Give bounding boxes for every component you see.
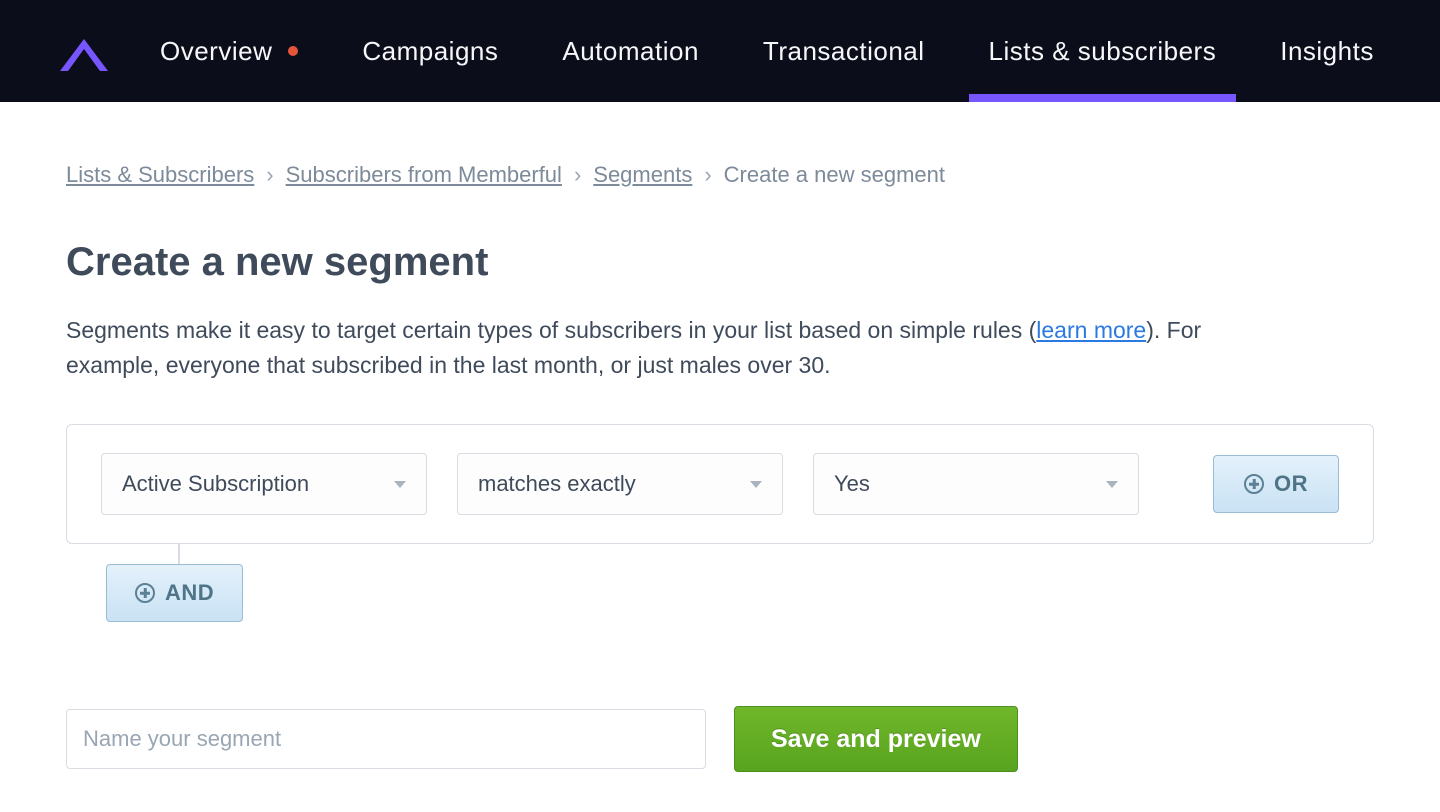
chevron-right-icon: › <box>266 162 273 188</box>
nav-item-label: Automation <box>562 36 699 67</box>
rule-field-value: Active Subscription <box>122 471 309 497</box>
nav-item-label: Overview <box>160 36 272 67</box>
notification-dot-icon <box>288 46 298 56</box>
segment-save-row: Save and preview <box>66 706 1374 772</box>
chevron-down-icon <box>750 481 762 488</box>
breadcrumb-link-list-name[interactable]: Subscribers from Memberful <box>286 162 562 188</box>
breadcrumb-link-lists[interactable]: Lists & Subscribers <box>66 162 254 188</box>
rule-operator-value: matches exactly <box>478 471 636 497</box>
add-and-rule-button[interactable]: AND <box>106 564 243 622</box>
top-nav: Overview Campaigns Automation Transactio… <box>0 0 1440 102</box>
nav-item-label: Lists & subscribers <box>989 36 1217 67</box>
chevron-right-icon: › <box>704 162 711 188</box>
nav-item-label: Transactional <box>763 36 925 67</box>
segment-rule-group: Active Subscription matches exactly Yes … <box>66 424 1374 544</box>
save-and-preview-button[interactable]: Save and preview <box>734 706 1018 772</box>
rule-field-select[interactable]: Active Subscription <box>101 453 427 515</box>
breadcrumb: Lists & Subscribers › Subscribers from M… <box>66 162 1374 188</box>
nav-item-insights[interactable]: Insights <box>1280 0 1374 102</box>
add-or-rule-button[interactable]: OR <box>1213 455 1339 513</box>
chevron-down-icon <box>1106 481 1118 488</box>
chevron-down-icon <box>394 481 406 488</box>
chevron-right-icon: › <box>574 162 581 188</box>
logo-icon <box>60 31 108 71</box>
intro-text-part1: Segments make it easy to target certain … <box>66 317 1036 343</box>
breadcrumb-link-segments[interactable]: Segments <box>593 162 692 188</box>
nav-list: Overview Campaigns Automation Transactio… <box>160 0 1374 102</box>
nav-item-label: Insights <box>1280 36 1374 67</box>
rule-operator-select[interactable]: matches exactly <box>457 453 783 515</box>
plus-circle-icon <box>1244 474 1264 494</box>
nav-item-campaigns[interactable]: Campaigns <box>362 0 498 102</box>
segment-name-input[interactable] <box>66 709 706 769</box>
nav-item-overview[interactable]: Overview <box>160 0 298 102</box>
plus-circle-icon <box>135 583 155 603</box>
nav-item-lists[interactable]: Lists & subscribers <box>989 0 1217 102</box>
app-logo[interactable] <box>60 31 108 71</box>
nav-item-automation[interactable]: Automation <box>562 0 699 102</box>
nav-item-transactional[interactable]: Transactional <box>763 0 925 102</box>
rule-value-value: Yes <box>834 471 870 497</box>
rule-value-select[interactable]: Yes <box>813 453 1139 515</box>
or-button-label: OR <box>1274 471 1308 497</box>
page-content: Lists & Subscribers › Subscribers from M… <box>0 102 1440 812</box>
and-button-label: AND <box>165 580 214 606</box>
page-title: Create a new segment <box>66 240 1374 285</box>
learn-more-link[interactable]: learn more <box>1036 317 1146 343</box>
nav-item-label: Campaigns <box>362 36 498 67</box>
rule-connector-line <box>178 544 180 564</box>
breadcrumb-current: Create a new segment <box>724 162 945 188</box>
intro-text: Segments make it easy to target certain … <box>66 313 1266 382</box>
